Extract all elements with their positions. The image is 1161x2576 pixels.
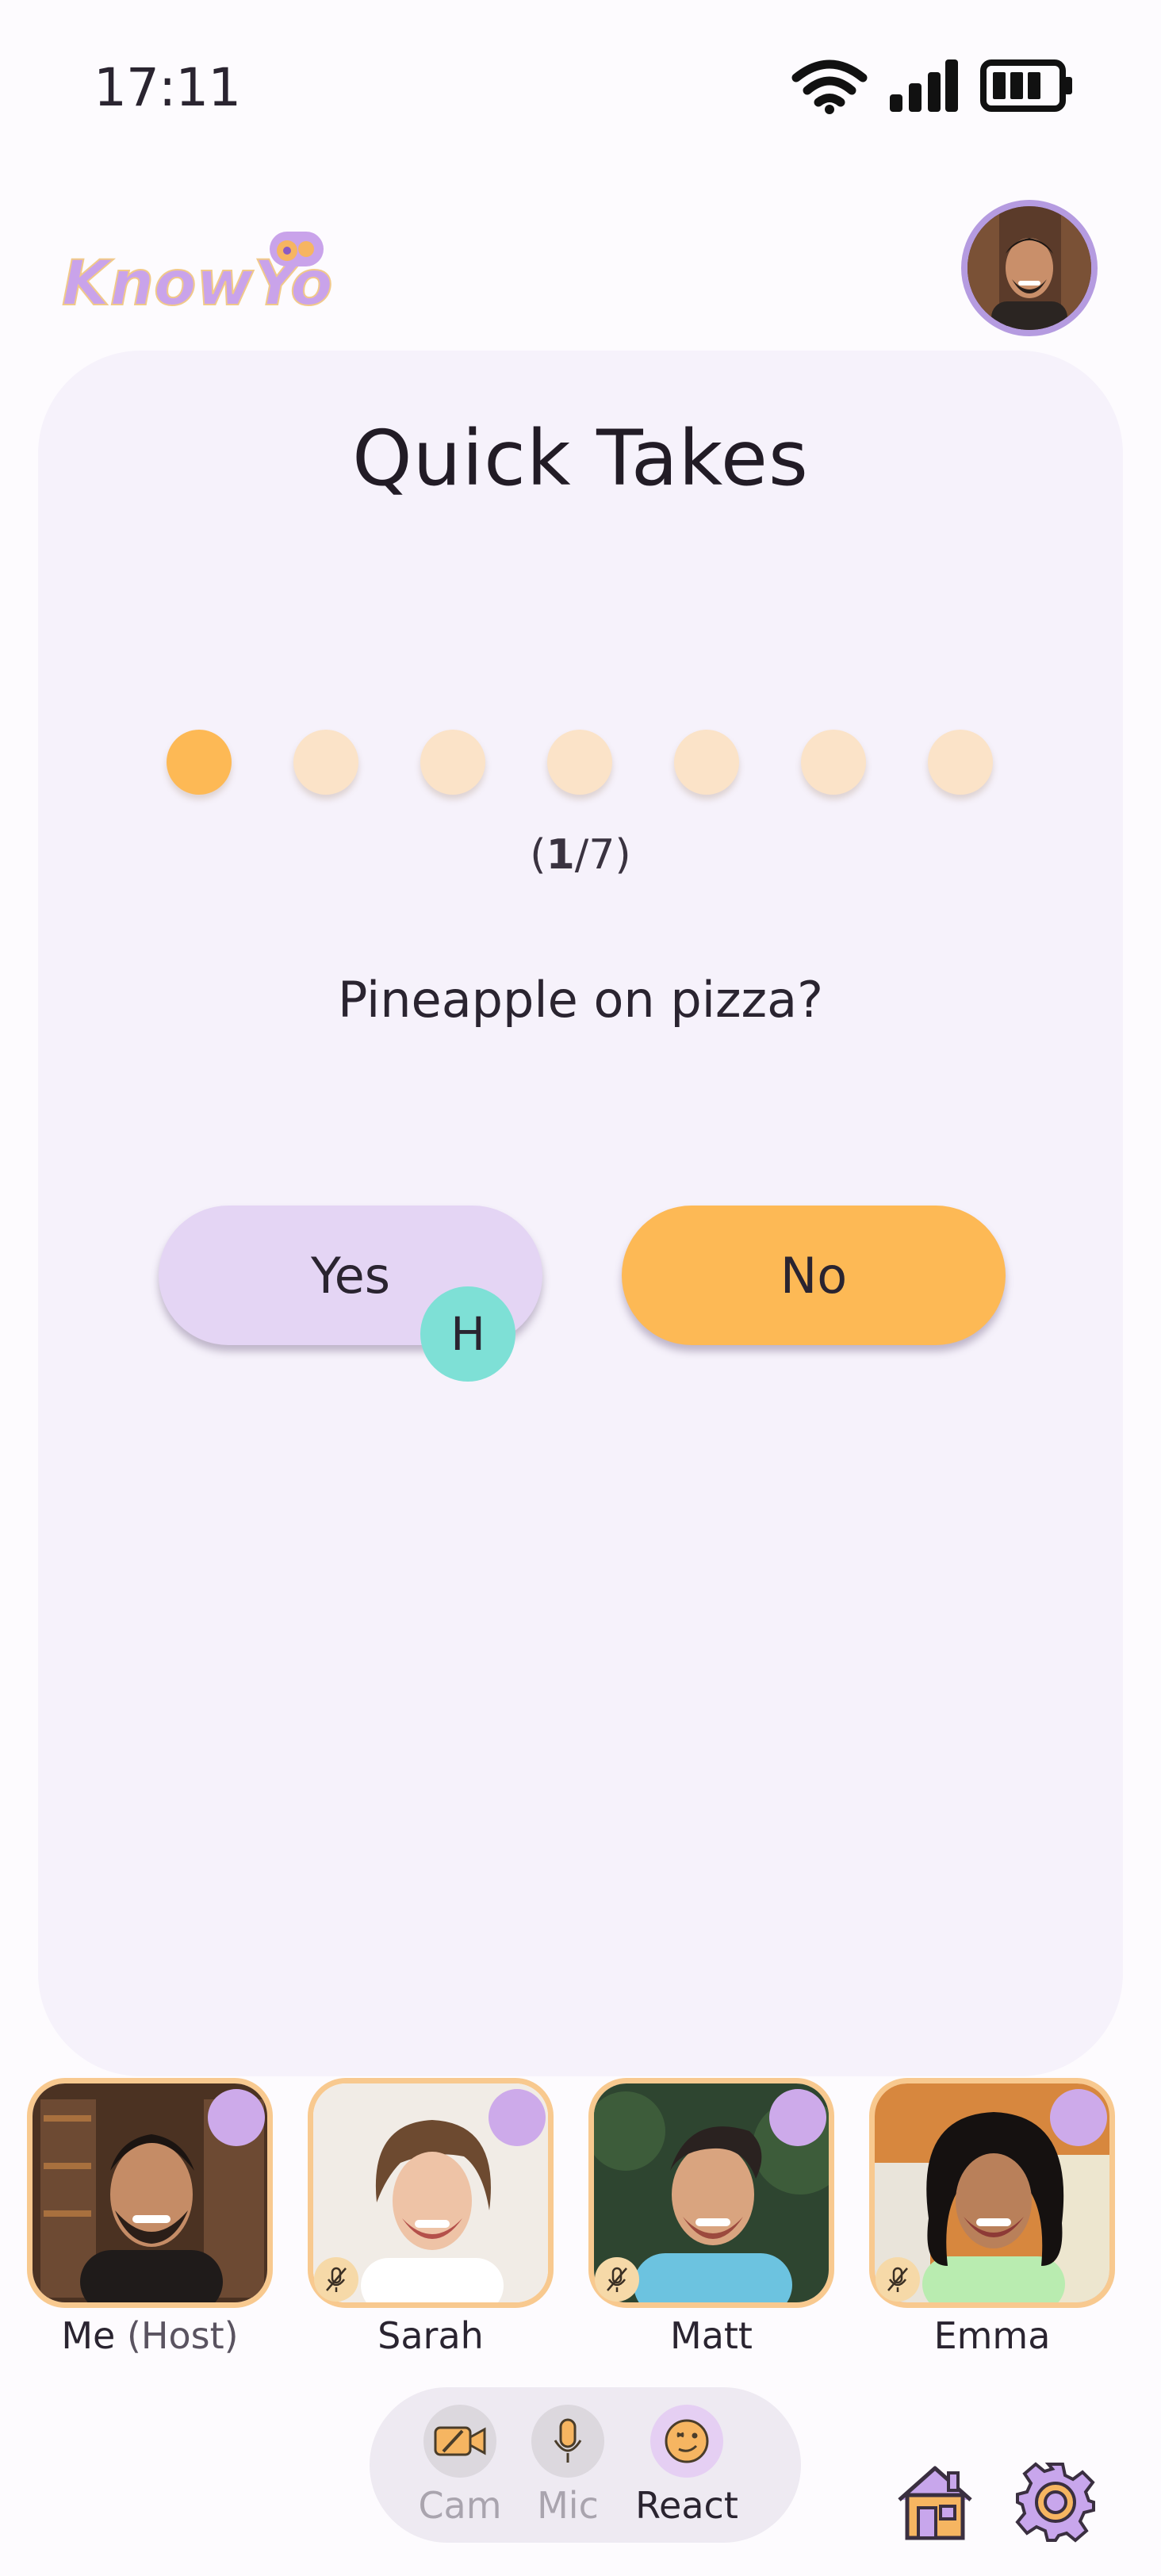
participant-status-dot (769, 2089, 826, 2146)
participant-name: Matt (670, 2314, 753, 2357)
cam-button[interactable]: Cam (404, 2405, 515, 2527)
status-time: 17:11 (94, 57, 241, 118)
question-counter: (1/7) (530, 831, 631, 879)
participant-name: Sarah (377, 2314, 484, 2357)
progress-dot-current (167, 730, 232, 795)
mic-muted-icon (876, 2257, 920, 2302)
react-emoji-icon (650, 2405, 723, 2478)
participant-tile-emma[interactable]: Emma (869, 2078, 1115, 2357)
progress-dot (547, 730, 612, 795)
no-button[interactable]: No (622, 1206, 1006, 1345)
status-icons (791, 57, 1074, 114)
counter-total: 7 (588, 831, 615, 879)
quiz-title: Quick Takes (352, 414, 809, 503)
quiz-card: Quick Takes (1/7) Pineapple on pizza? Ye… (38, 351, 1123, 2076)
participant-status-dot (1050, 2089, 1107, 2146)
signal-icon (890, 59, 958, 112)
cam-label: Cam (418, 2484, 502, 2527)
settings-gear-icon[interactable] (1012, 2459, 1099, 2546)
progress-dot (801, 730, 866, 795)
app-logo: KnowYou (61, 219, 377, 322)
participant-name: Me (Host) (61, 2314, 239, 2357)
progress-dot (674, 730, 739, 795)
participant-status-dot (208, 2089, 265, 2146)
participant-strip: Me (Host) Sarah Matt Emma (27, 2078, 1137, 2363)
battery-icon (980, 59, 1072, 112)
react-button[interactable]: React (631, 2405, 742, 2527)
mic-muted-icon (314, 2257, 358, 2302)
home-icon[interactable] (891, 2459, 979, 2546)
question-text: Pineapple on pizza? (338, 971, 823, 1029)
participant-tile-sarah[interactable]: Sarah (308, 2078, 554, 2357)
counter-current: 1 (546, 831, 575, 879)
participant-status-dot (489, 2089, 546, 2146)
react-label: React (635, 2484, 738, 2527)
participant-tile-matt[interactable]: Matt (588, 2078, 834, 2357)
progress-dot (293, 730, 358, 795)
progress-dot (420, 730, 485, 795)
progress-dot (928, 730, 993, 795)
mic-label: Mic (537, 2484, 599, 2527)
progress-dots (167, 730, 993, 795)
microphone-icon (531, 2405, 604, 2478)
participant-name: Emma (933, 2314, 1051, 2357)
wifi-icon (791, 59, 868, 114)
call-controls: Cam Mic React (370, 2387, 801, 2543)
camera-off-icon (423, 2405, 496, 2478)
status-bar: 17:11 (0, 0, 1161, 159)
profile-avatar[interactable] (961, 200, 1098, 336)
voter-badge: H (420, 1286, 515, 1382)
mic-muted-icon (595, 2257, 639, 2302)
participant-tile-me[interactable]: Me (Host) (27, 2078, 273, 2357)
mic-button[interactable]: Mic (512, 2405, 623, 2527)
